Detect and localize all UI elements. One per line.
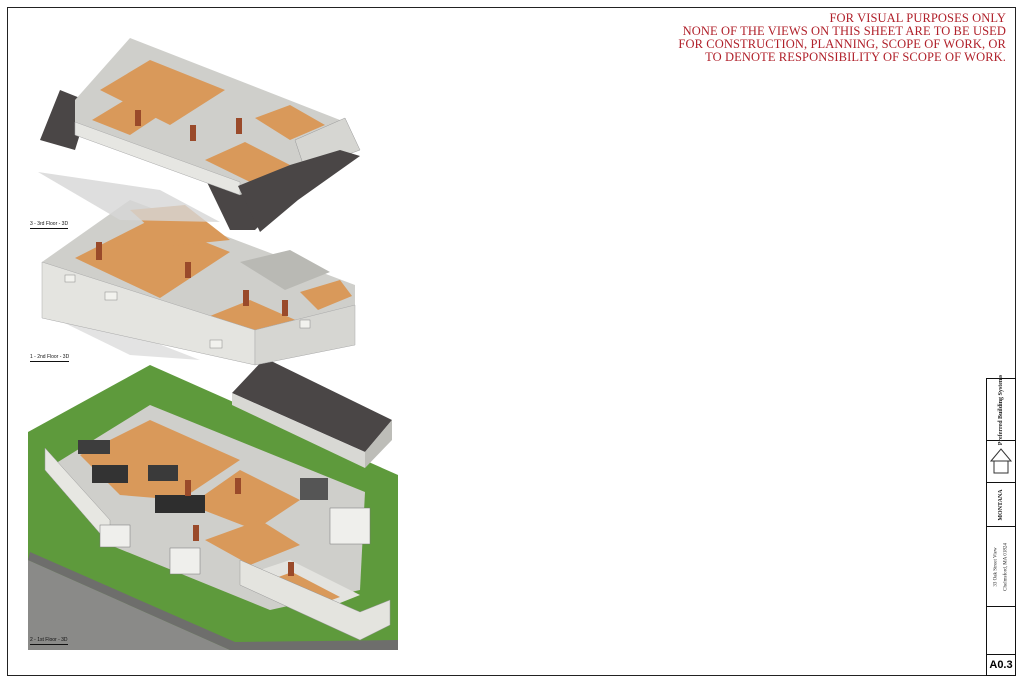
- first-floor-3d-view: [28, 358, 398, 650]
- first-floor-view-label: 2 - 1st Floor - 3D: [30, 637, 68, 645]
- third-floor-view-label: 3 - 3rd Floor - 3D: [30, 221, 69, 229]
- second-floor-3d-view: [41, 200, 356, 366]
- company-cell: Preferred Building Systems: [987, 374, 1015, 445]
- house-logo-cell: [987, 441, 1015, 483]
- isometric-floor-views: [28, 38, 398, 650]
- project-address-line: Chelmsford, MA 01824: [1003, 542, 1009, 591]
- project-address-line: 33 Oak Street View: [993, 546, 999, 587]
- house-logo-icon: [989, 448, 1013, 474]
- sheet-number: A0.3: [987, 654, 1015, 675]
- revision-cell: [987, 607, 1015, 657]
- title-block: Preferred Building Systems MONTANA 33 Oa…: [986, 374, 1016, 676]
- logo-text: MONTANA: [998, 488, 1004, 521]
- company-name: Preferred Building Systems: [998, 374, 1004, 445]
- second-floor-view-label: 1 - 2nd Floor - 3D: [30, 354, 70, 362]
- logo-cell: MONTANA: [987, 483, 1015, 527]
- third-floor-3d-view: [38, 38, 361, 232]
- project-cell: 33 Oak Street View Chelmsford, MA 01824: [987, 527, 1015, 607]
